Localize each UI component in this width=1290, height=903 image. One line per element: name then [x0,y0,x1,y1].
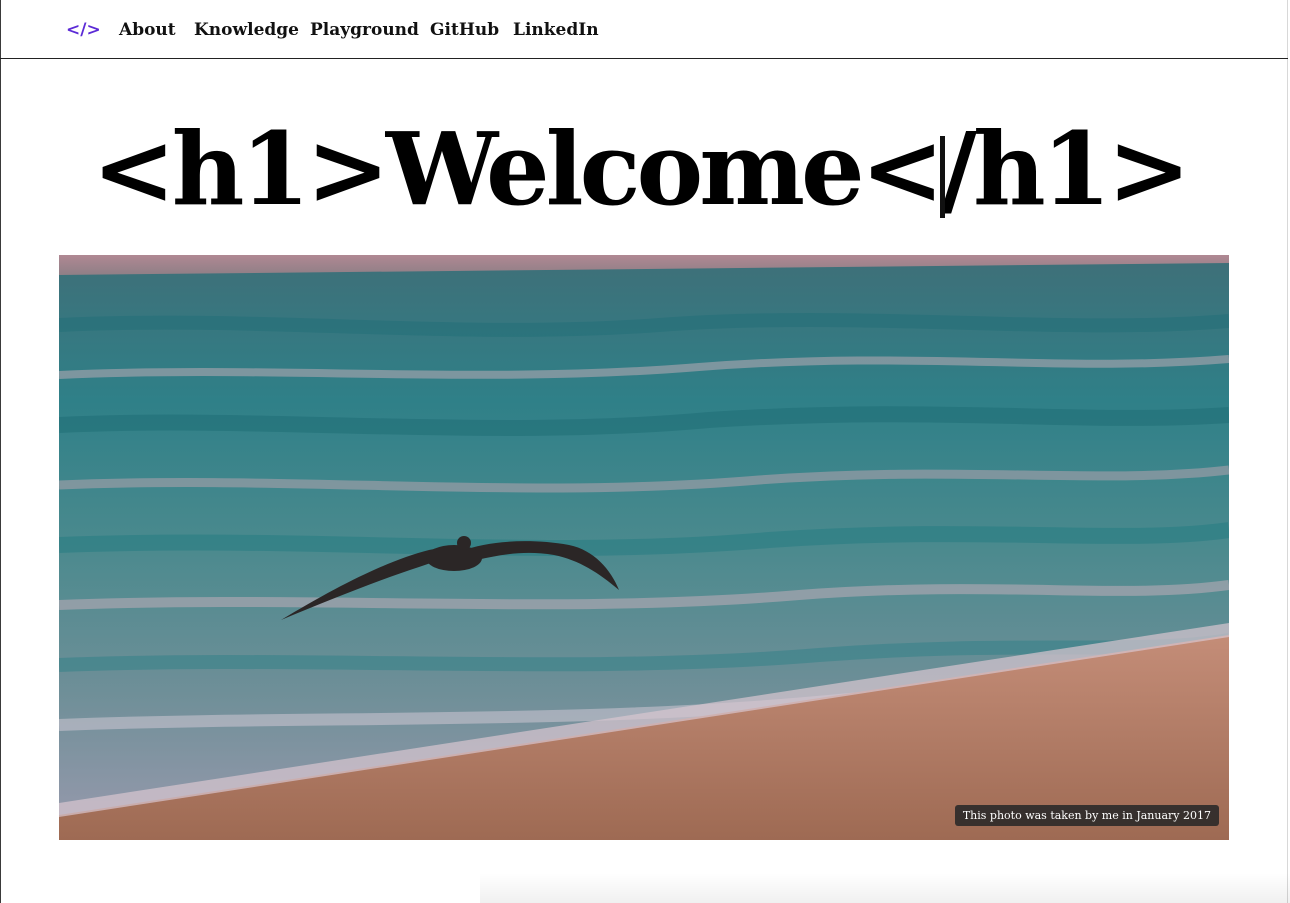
home-logo-link[interactable]: </> [66,20,101,40]
hero-title: <h1>Welcome</h1> [92,110,1191,228]
beach-pelican-image [59,255,1229,840]
hero-photo: This photo was taken by me in January 20… [59,255,1229,840]
nav-link-about[interactable]: About [119,20,176,40]
nav-link-knowledge[interactable]: Knowledge [194,20,299,40]
nav-link-linkedin[interactable]: LinkedIn [513,20,599,40]
photo-caption: This photo was taken by me in January 20… [954,805,1219,826]
bottom-shadow [480,873,1290,903]
nav-link-playground[interactable]: Playground [310,20,419,40]
nav-link-github[interactable]: GitHub [430,20,499,40]
top-nav: </> About Knowledge Playground GitHub Li… [0,0,1288,59]
typing-cursor [940,136,945,218]
